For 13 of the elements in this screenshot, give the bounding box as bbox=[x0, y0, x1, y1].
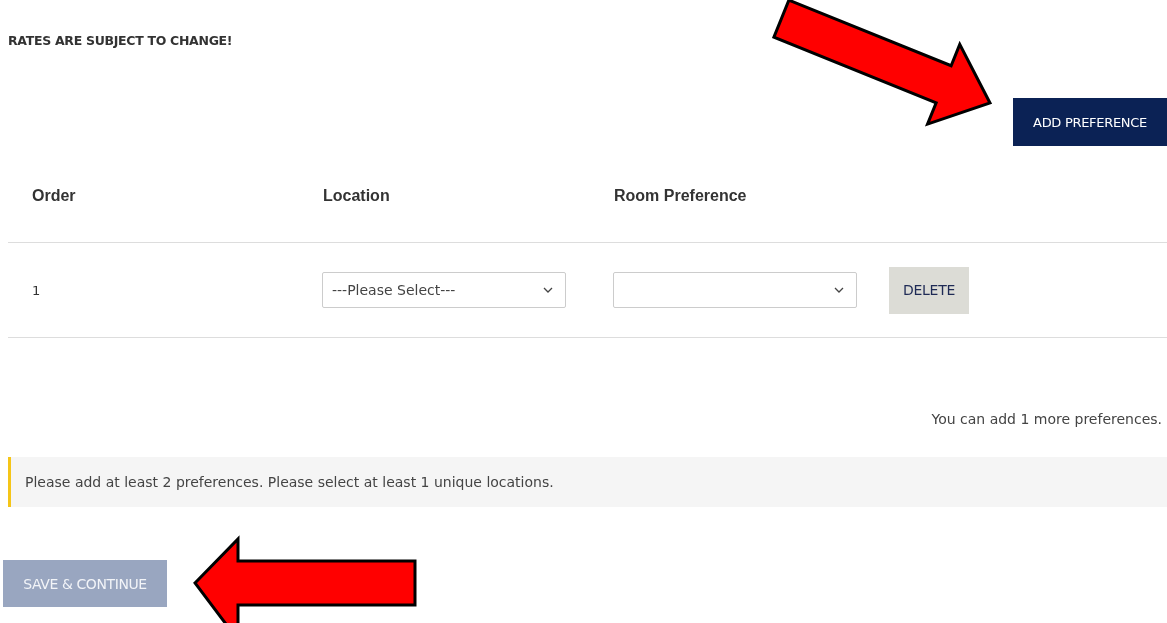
rates-notice: RATES ARE SUBJECT TO CHANGE! bbox=[8, 33, 233, 48]
location-dropdown[interactable]: ---Please Select--- bbox=[322, 272, 566, 308]
column-header: Location bbox=[322, 187, 391, 205]
chevron-down-icon bbox=[543, 287, 553, 293]
column-header: Room Preference bbox=[613, 187, 748, 205]
alert-message: Please add at least 2 preferences. Please select at least 1 unique locations. bbox=[8, 457, 1167, 507]
remaining-note: You can add 1 more preferences. bbox=[931, 411, 1162, 427]
column-header: Order bbox=[31, 187, 77, 205]
delete-button[interactable]: DELETE bbox=[889, 266, 969, 314]
chevron-down-icon bbox=[834, 287, 844, 293]
add-preference-button[interactable]: ADD PREFERENCE bbox=[1013, 98, 1167, 146]
order-number: 1 bbox=[32, 282, 41, 298]
room-preference-dropdown[interactable] bbox=[613, 272, 857, 308]
